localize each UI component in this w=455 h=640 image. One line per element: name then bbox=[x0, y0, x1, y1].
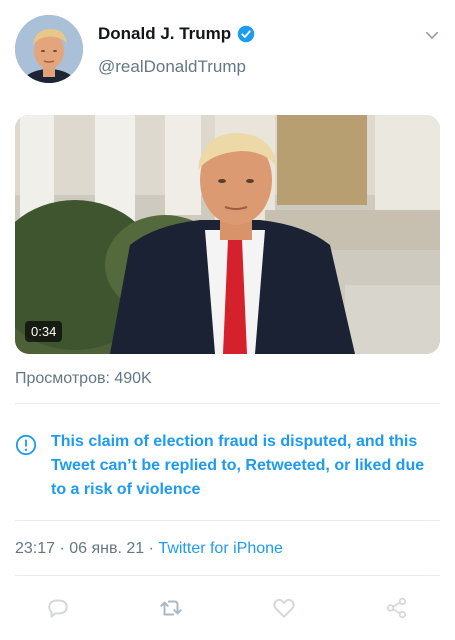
tweet-meta: 23:17 · 06 янв. 21 · Twitter for iPhone bbox=[15, 540, 283, 558]
meta-separator: · bbox=[144, 540, 159, 557]
meta-separator: · bbox=[55, 540, 70, 557]
tweet-source-link[interactable]: Twitter for iPhone bbox=[158, 540, 283, 557]
divider bbox=[15, 575, 440, 576]
author-handle[interactable]: @realDonaldTrump bbox=[98, 57, 246, 77]
divider bbox=[15, 403, 440, 404]
video-duration: 0:34 bbox=[25, 321, 63, 342]
notice-text: This claim of election fraud is disputed… bbox=[51, 433, 425, 498]
tweet-actions bbox=[0, 590, 455, 626]
avatar[interactable] bbox=[15, 15, 83, 83]
share-icon[interactable] bbox=[384, 595, 410, 621]
chevron-down-icon[interactable] bbox=[423, 26, 441, 44]
tweet-date: 06 янв. 21 bbox=[69, 540, 145, 557]
video-thumbnail bbox=[15, 115, 440, 354]
author-row: Donald J. Trump bbox=[98, 24, 255, 44]
divider bbox=[15, 520, 440, 521]
view-count: Просмотров: 490K bbox=[15, 370, 152, 387]
tweet-header: Donald J. Trump @realDonaldTrump bbox=[0, 0, 455, 100]
tweet-time: 23:17 bbox=[15, 540, 56, 557]
reply-icon[interactable] bbox=[45, 595, 71, 621]
retweet-icon[interactable] bbox=[158, 595, 184, 621]
author-name[interactable]: Donald J. Trump bbox=[98, 24, 231, 44]
verified-badge-icon bbox=[237, 25, 255, 43]
like-icon[interactable] bbox=[271, 595, 297, 621]
video-player[interactable]: 0:34 bbox=[15, 115, 440, 354]
info-icon bbox=[15, 434, 37, 456]
